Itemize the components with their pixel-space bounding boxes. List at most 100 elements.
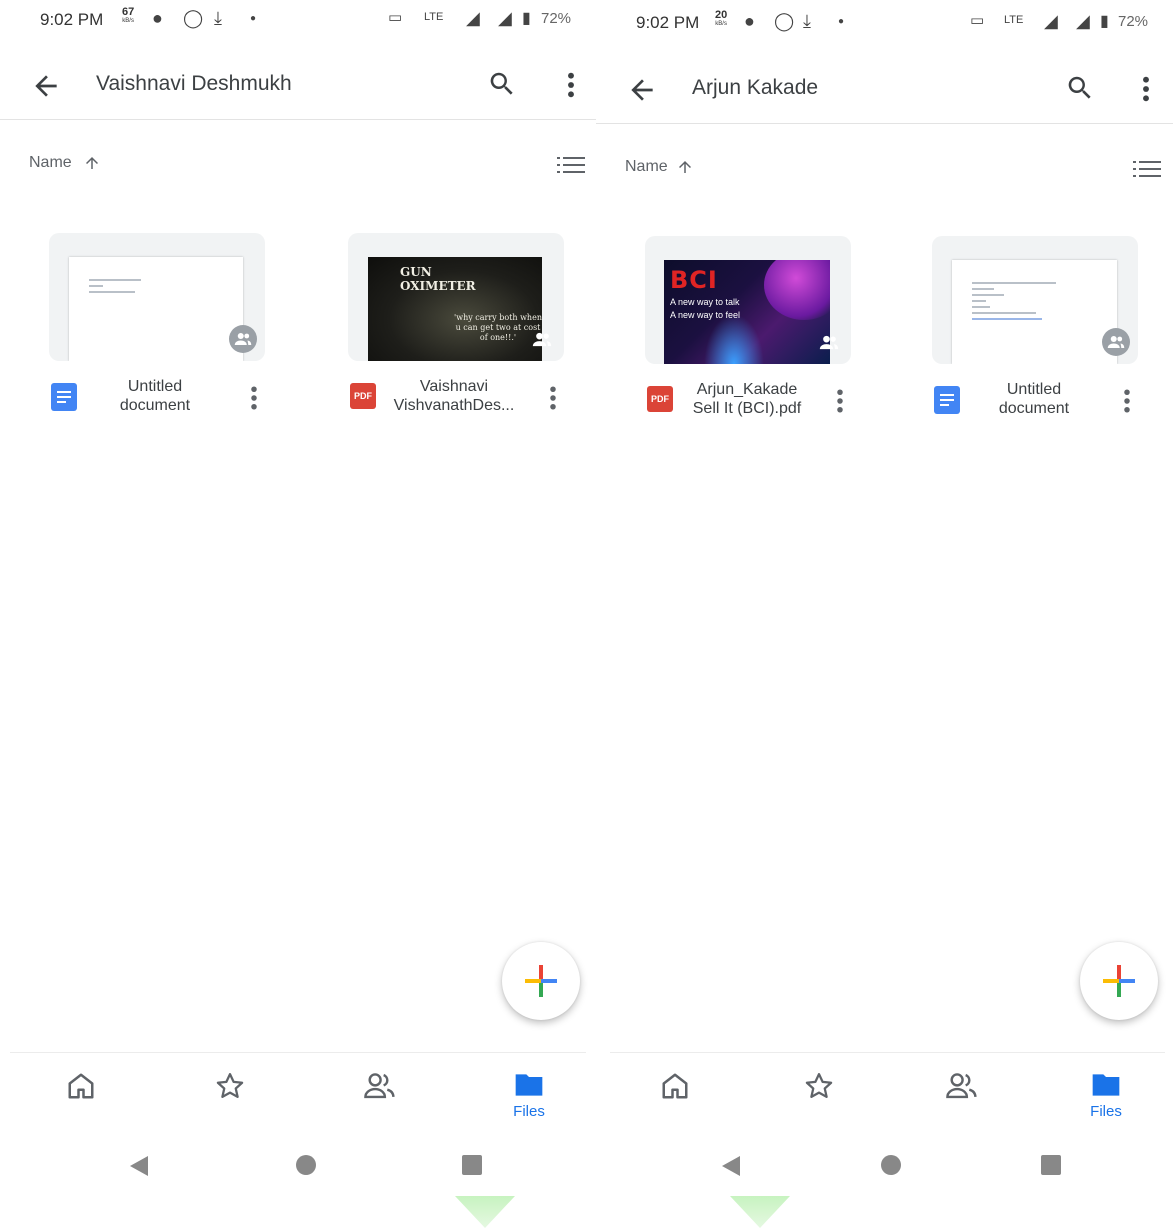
- file-more-icon[interactable]: [546, 383, 560, 413]
- file-name: Untitled document: [89, 377, 221, 415]
- system-back-icon[interactable]: [128, 1154, 150, 1178]
- status-time: 9:02 PM: [636, 13, 700, 32]
- signal-icon: ◢: [1044, 11, 1058, 31]
- decorative-shape: [455, 1196, 515, 1228]
- sort-label[interactable]: Name: [625, 158, 668, 176]
- file-info: Untitled document: [932, 376, 1138, 426]
- star-icon: [805, 1073, 833, 1098]
- file-thumbnail[interactable]: [49, 233, 265, 361]
- shared-icon: [364, 1073, 395, 1099]
- pdf-icon: PDF: [647, 386, 673, 414]
- decorative-shape: [730, 1196, 790, 1228]
- nav-shared[interactable]: [922, 1071, 1002, 1131]
- file-name-line1: Untitled: [1006, 381, 1062, 398]
- snapchat-icon: ●: [152, 8, 163, 28]
- file-more-icon[interactable]: [247, 383, 261, 413]
- list-view-icon[interactable]: [1132, 157, 1162, 181]
- file-card[interactable]: Untitled document: [932, 236, 1138, 436]
- sort-row: Name: [596, 152, 1173, 186]
- back-arrow-icon[interactable]: [626, 74, 658, 106]
- search-icon[interactable]: [487, 69, 517, 99]
- signal-4g-icon: ◢: [1076, 11, 1090, 31]
- network-speed: 67 kB/s: [122, 7, 134, 26]
- file-more-icon[interactable]: [1120, 386, 1134, 416]
- dot-icon: ●: [838, 16, 845, 27]
- battery-percent: 72%: [1118, 13, 1149, 30]
- shared-people-icon: [815, 328, 843, 356]
- google-docs-icon: [51, 383, 77, 411]
- app-bar: Vaishnavi Deshmukh: [0, 52, 596, 120]
- download-icon: ⤓: [214, 8, 222, 28]
- file-name-line2: document: [998, 400, 1070, 417]
- pdf-preview-image: BCI A new way to talk A new way to feel: [664, 260, 830, 364]
- nav-files[interactable]: Files: [1066, 1071, 1146, 1131]
- nav-files-label: Files: [513, 1103, 545, 1120]
- file-name-line1: Vaishnavi: [419, 378, 489, 395]
- sort-arrow-up-icon[interactable]: [676, 157, 694, 177]
- file-thumbnail[interactable]: [932, 236, 1138, 364]
- signal-icon: ◢: [466, 8, 480, 28]
- pdf-preview-image: GUN OXIMETER 'why carry both when u can …: [368, 257, 542, 361]
- system-home-icon[interactable]: [880, 1154, 902, 1176]
- more-vert-icon[interactable]: [563, 69, 579, 101]
- system-back-icon[interactable]: [720, 1154, 742, 1178]
- search-icon[interactable]: [1065, 73, 1095, 103]
- app-bar: Arjun Kakade: [596, 56, 1173, 124]
- preview-title: GUN OXIMETER: [400, 265, 476, 293]
- google-docs-icon: [934, 386, 960, 414]
- file-card[interactable]: BCI A new way to talk A new way to feel …: [645, 236, 851, 436]
- file-card[interactable]: Untitled document: [49, 233, 265, 433]
- download-icon: ⤓: [803, 11, 811, 31]
- left-screen: 9:02 PM 67 kB/s ● ◯ ⤓ ● ▭ LTE ◢ ◢ ▮ 72% V…: [0, 0, 596, 1228]
- file-info: PDF Arjun_Kakade Sell It (BCI).pdf: [645, 376, 851, 426]
- preview-tagline-1: A new way to talk: [670, 297, 740, 307]
- volte-icon: LTE: [424, 11, 444, 23]
- bottom-navigation: Files: [10, 1052, 586, 1134]
- new-file-fab-button[interactable]: [502, 942, 580, 1020]
- file-name-line1: Untitled: [127, 378, 183, 395]
- volte-icon: LTE: [1004, 14, 1024, 26]
- sort-arrow-up-icon[interactable]: [83, 153, 101, 173]
- file-info: PDF Vaishnavi VishvanathDes...: [348, 373, 564, 423]
- back-arrow-icon[interactable]: [30, 70, 62, 102]
- folder-icon: [1092, 1074, 1120, 1096]
- system-recents-icon[interactable]: [1040, 1154, 1062, 1176]
- shared-people-icon: [528, 325, 556, 353]
- sort-row: Name: [0, 148, 596, 182]
- dot-icon: ●: [250, 13, 257, 24]
- new-file-fab-button[interactable]: [1080, 942, 1158, 1020]
- nav-home[interactable]: [41, 1071, 121, 1131]
- nav-files[interactable]: Files: [489, 1071, 569, 1131]
- status-bar: 9:02 PM 67 kB/s ● ◯ ⤓ ● ▭ LTE ◢ ◢ ▮ 72%: [0, 0, 596, 44]
- file-name-line1: Arjun_Kakade: [696, 381, 798, 398]
- nav-shared[interactable]: [340, 1071, 420, 1131]
- list-view-icon[interactable]: [556, 153, 586, 177]
- status-bar: 9:02 PM 20 kB/s ● ◯ ⤓ ● ▭ LTE ◢ ◢ ▮ 72%: [596, 0, 1173, 44]
- nav-starred[interactable]: [190, 1071, 270, 1131]
- file-more-icon[interactable]: [833, 386, 847, 416]
- nav-starred[interactable]: [779, 1071, 859, 1131]
- file-name: Vaishnavi VishvanathDes...: [388, 377, 520, 415]
- status-time: 9:02 PM: [40, 10, 104, 29]
- system-home-icon[interactable]: [295, 1154, 317, 1176]
- sort-label[interactable]: Name: [29, 154, 72, 172]
- file-name: Untitled document: [968, 380, 1100, 418]
- preview-tagline-2: A new way to feel: [670, 310, 741, 320]
- file-name-line2: VishvanathDes...: [393, 397, 515, 414]
- nav-home[interactable]: [635, 1071, 715, 1131]
- file-card[interactable]: GUN OXIMETER 'why carry both when u can …: [348, 233, 564, 433]
- shared-people-icon: [1102, 328, 1130, 356]
- system-navigation: [596, 1140, 1173, 1200]
- page-title: Arjun Kakade: [692, 76, 819, 99]
- vibrate-icon: ▭: [388, 9, 403, 26]
- bottom-navigation: Files: [610, 1052, 1165, 1134]
- file-thumbnail[interactable]: BCI A new way to talk A new way to feel: [645, 236, 851, 364]
- vibrate-icon: ▭: [970, 12, 985, 29]
- network-speed-unit: kB/s: [122, 18, 134, 24]
- shared-icon: [946, 1073, 977, 1099]
- page-title: Vaishnavi Deshmukh: [96, 72, 292, 95]
- network-speed: 20 kB/s: [715, 10, 727, 29]
- more-vert-icon[interactable]: [1138, 73, 1154, 105]
- system-recents-icon[interactable]: [461, 1154, 483, 1176]
- file-thumbnail[interactable]: GUN OXIMETER 'why carry both when u can …: [348, 233, 564, 361]
